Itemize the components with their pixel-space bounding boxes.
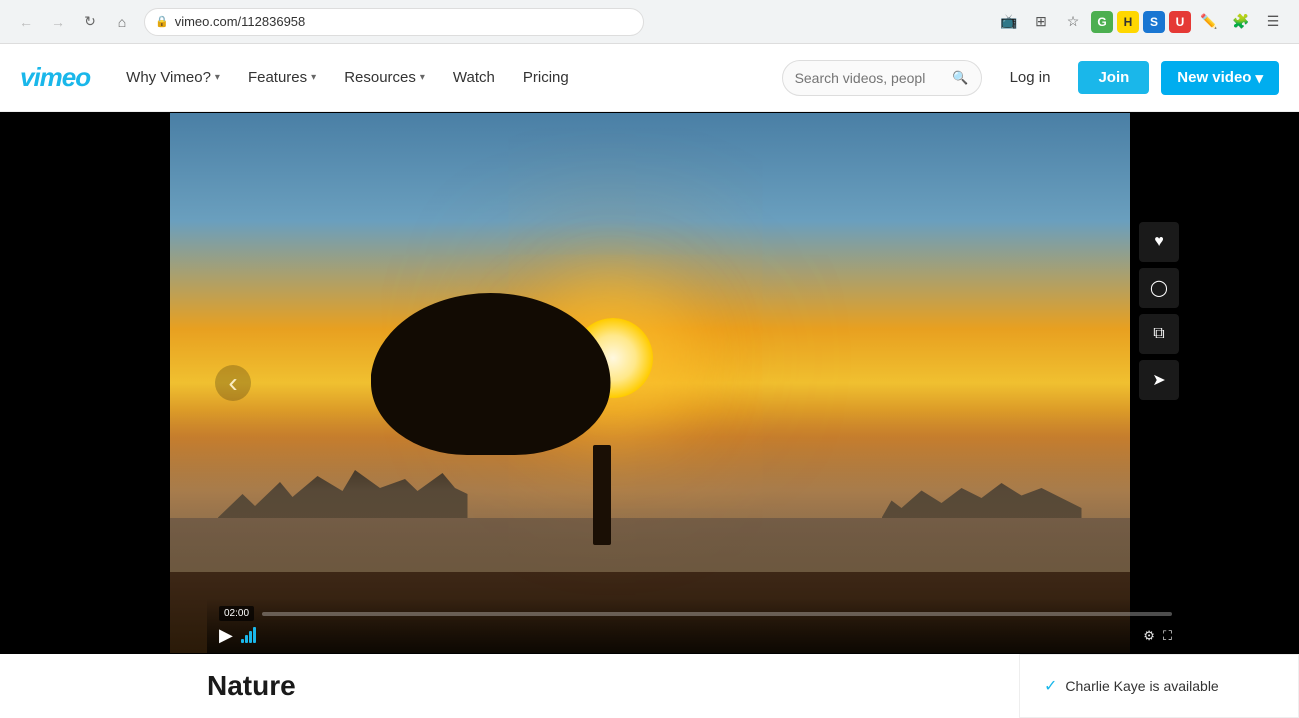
video-title-area: Nature bbox=[0, 654, 1019, 718]
vimeo-logo[interactable]: vimeo bbox=[20, 62, 90, 93]
main-nav: Why Vimeo? ▾ Features ▾ Resources ▾ Watc… bbox=[114, 61, 581, 94]
below-area: Nature ✓ Charlie Kaye is available bbox=[0, 654, 1299, 718]
join-button[interactable]: Join bbox=[1078, 61, 1149, 94]
forward-button[interactable]: → bbox=[44, 8, 72, 36]
controls-row: ▶ ⚙ ⛶ bbox=[219, 625, 1172, 646]
browser-chrome: ← → ↻ ⌂ 🔒 vimeo.com/112836958 📺 ⊞ ☆ G H … bbox=[0, 0, 1299, 44]
search-input[interactable] bbox=[795, 70, 947, 86]
login-button[interactable]: Log in bbox=[994, 61, 1067, 94]
video-title: Nature bbox=[207, 670, 999, 702]
prev-button[interactable]: ‹ bbox=[215, 365, 251, 401]
time-badge: 02:00 bbox=[219, 606, 254, 621]
right-bar bbox=[1184, 112, 1299, 654]
collections-button[interactable]: ⧉ bbox=[1139, 314, 1179, 354]
header-right: 🔍 Log in Join New video ▾ bbox=[782, 60, 1279, 96]
nav-pricing[interactable]: Pricing bbox=[511, 61, 581, 94]
address-bar[interactable]: 🔒 vimeo.com/112836958 bbox=[144, 8, 644, 36]
bookmark-button[interactable]: ☆ bbox=[1059, 8, 1087, 36]
video-controls: 02:00 ▶ ⚙ ⛶ bbox=[207, 598, 1184, 654]
fullscreen-button[interactable]: ⛶ bbox=[1163, 628, 1172, 644]
ext-ublock[interactable]: U bbox=[1169, 11, 1191, 33]
share-button[interactable]: ➤ bbox=[1139, 360, 1179, 400]
settings-button[interactable]: ⚙ bbox=[1143, 628, 1155, 644]
volume-bar-3 bbox=[249, 631, 252, 643]
chevron-down-icon: ▾ bbox=[215, 72, 220, 83]
reload-button[interactable]: ↻ bbox=[76, 8, 104, 36]
lock-icon: 🔒 bbox=[155, 15, 169, 28]
availability-text: Charlie Kaye is available bbox=[1065, 678, 1218, 694]
nav-why-vimeo[interactable]: Why Vimeo? ▾ bbox=[114, 61, 232, 94]
extensions-button[interactable]: 🧩 bbox=[1227, 8, 1255, 36]
tree-canopy bbox=[371, 275, 611, 455]
like-button[interactable]: ♥ bbox=[1139, 222, 1179, 262]
main-tree bbox=[482, 265, 722, 545]
progress-bar-container: 02:00 bbox=[219, 606, 1172, 621]
menu-button[interactable]: ☰ bbox=[1259, 8, 1287, 36]
pen-button[interactable]: ✏️ bbox=[1195, 8, 1223, 36]
tab-grid-button[interactable]: ⊞ bbox=[1027, 8, 1055, 36]
search-icon: 🔍 bbox=[952, 70, 968, 86]
vimeo-header: vimeo Why Vimeo? ▾ Features ▾ Resources … bbox=[0, 44, 1299, 112]
availability-badge: ✓ Charlie Kaye is available bbox=[1019, 654, 1299, 718]
play-button[interactable]: ▶ bbox=[219, 625, 233, 646]
volume-bar-1 bbox=[241, 639, 244, 643]
search-bar[interactable]: 🔍 bbox=[782, 60, 982, 96]
home-button[interactable]: ⌂ bbox=[108, 8, 136, 36]
url-text: vimeo.com/112836958 bbox=[175, 14, 306, 29]
browser-nav-buttons: ← → ↻ ⌂ bbox=[12, 8, 136, 36]
chevron-down-icon: ▾ bbox=[311, 72, 316, 83]
ext-honey[interactable]: H bbox=[1117, 11, 1139, 33]
progress-bar[interactable] bbox=[262, 612, 1172, 616]
video-frame[interactable] bbox=[170, 113, 1130, 653]
watch-later-button[interactable]: ◯ bbox=[1139, 268, 1179, 308]
ext-grammarly[interactable]: G bbox=[1091, 11, 1113, 33]
tree-trunk bbox=[593, 445, 611, 545]
volume-bar-4 bbox=[253, 627, 256, 643]
back-button[interactable]: ← bbox=[12, 8, 40, 36]
ext-schrift[interactable]: S bbox=[1143, 11, 1165, 33]
nav-watch[interactable]: Watch bbox=[441, 61, 507, 94]
new-video-button[interactable]: New video ▾ bbox=[1161, 61, 1279, 95]
volume-bars bbox=[241, 629, 256, 643]
side-actions: ♥ ◯ ⧉ ➤ bbox=[1139, 222, 1179, 400]
volume-bar-2 bbox=[245, 635, 248, 643]
video-container: ‹ ♥ ◯ ⧉ ➤ 02:00 ▶ ⚙ ⛶ bbox=[0, 112, 1299, 654]
cast-button[interactable]: 📺 bbox=[995, 8, 1023, 36]
nav-features[interactable]: Features ▾ bbox=[236, 61, 328, 94]
chevron-down-icon: ▾ bbox=[1255, 69, 1263, 87]
nav-resources[interactable]: Resources ▾ bbox=[332, 61, 437, 94]
chevron-down-icon: ▾ bbox=[420, 72, 425, 83]
browser-toolbar-right: 📺 ⊞ ☆ G H S U ✏️ 🧩 ☰ bbox=[995, 8, 1287, 36]
check-icon: ✓ bbox=[1044, 676, 1057, 696]
